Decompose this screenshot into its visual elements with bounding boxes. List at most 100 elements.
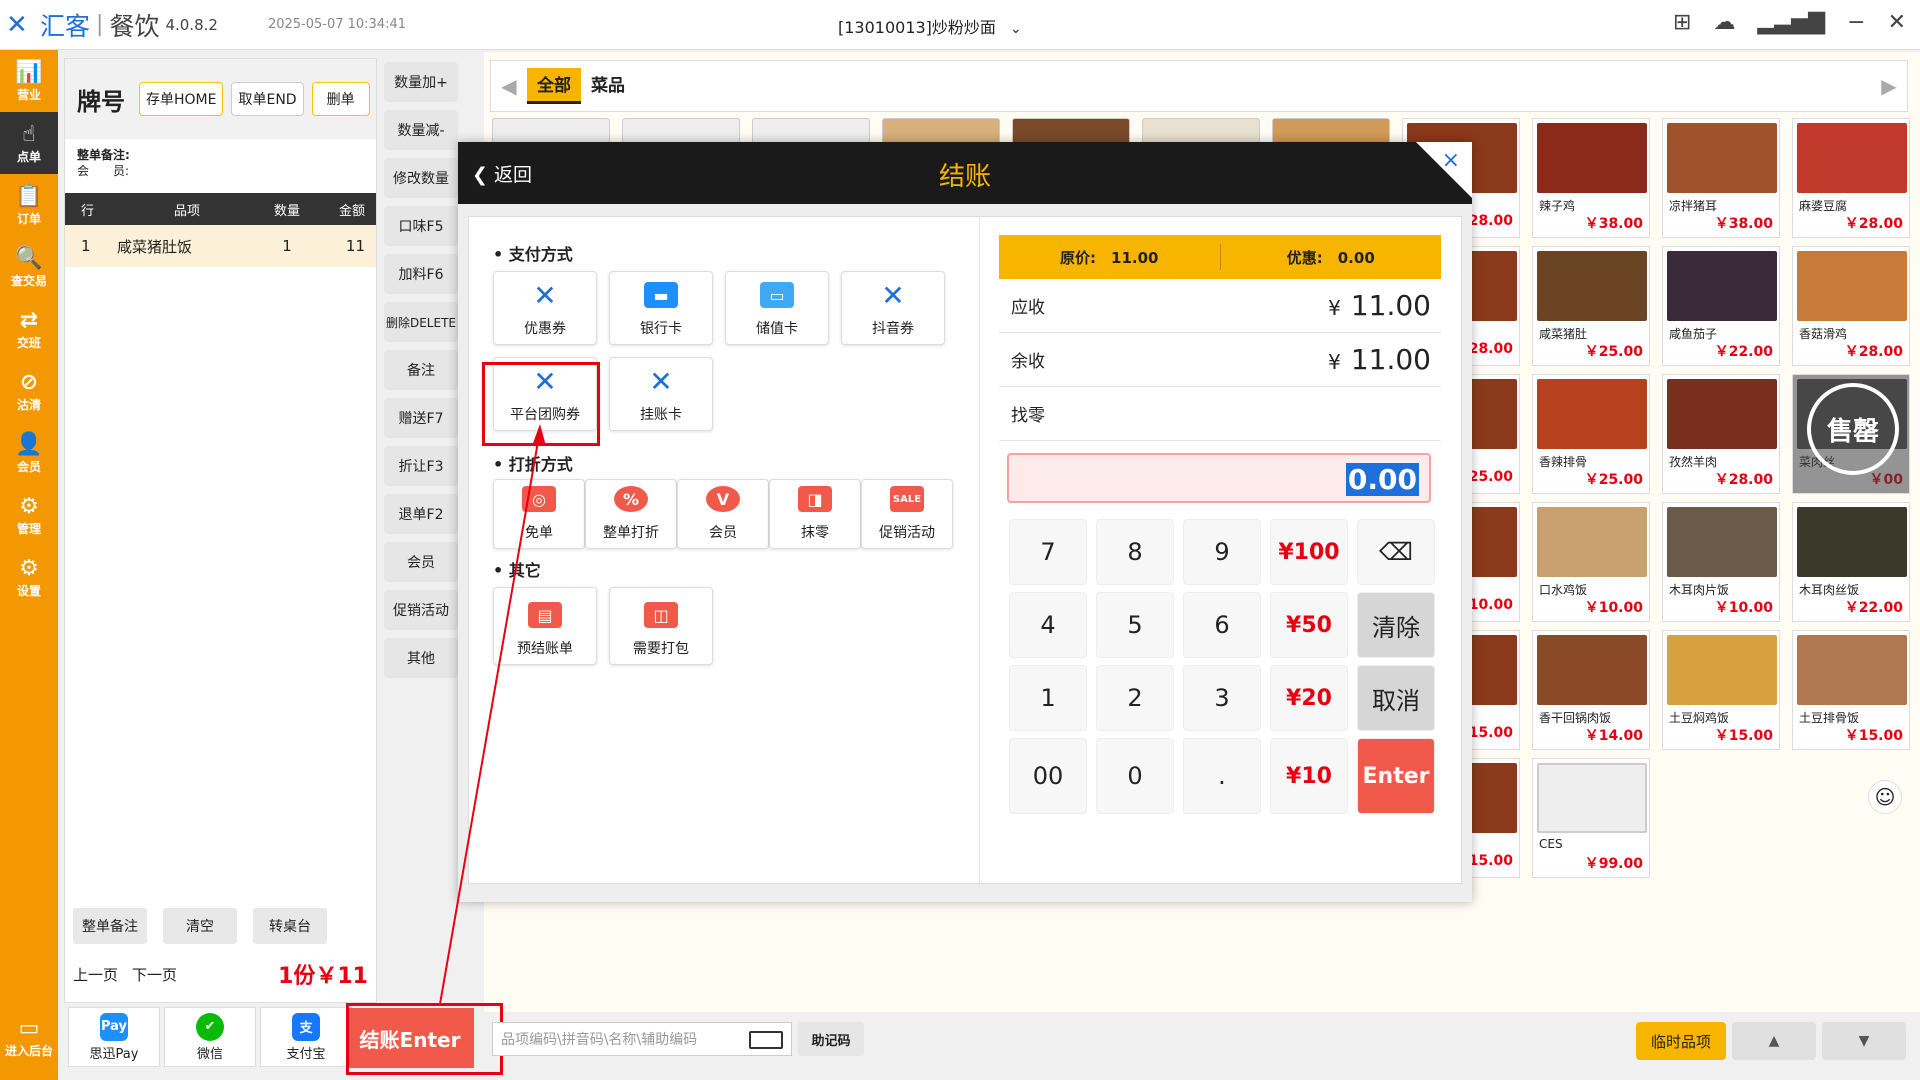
scroll-up-button[interactable]: ▲ [1732,1022,1816,1060]
dish-card-kou-shui-ji-fan[interactable]: 口水鸡饭 ￥10.00 [1532,502,1650,622]
key-00[interactable]: 00 [1009,738,1087,814]
dish-card-ces[interactable]: CES ￥99.00 [1532,758,1650,878]
nav-orders[interactable]: 📋 订单 [0,174,58,236]
qty-plus-button[interactable]: 数量加+ [384,62,458,102]
dish-card-xiang-gan-hui-guo-rou-fan[interactable]: 香干回锅肉饭 ￥14.00 [1532,630,1650,750]
cloud-icon[interactable]: ☁ [1713,10,1735,35]
pre-bill-button[interactable]: ▤ 预结账单 [493,587,597,665]
key-8[interactable]: 8 [1096,519,1174,585]
backspace-button[interactable]: ⌫ [1357,519,1435,585]
free-order-button[interactable]: ◎ 免单 [493,479,585,549]
mnemonic-button[interactable]: 助记码 [798,1022,864,1056]
dish-card-mu-er-rou-pian-fan[interactable]: 木耳肉片饭 ￥10.00 [1662,502,1780,622]
table-row[interactable]: 1 咸菜猪肚饭 1 11 [65,225,376,267]
member-button[interactable]: 会员 [384,542,458,582]
dish-card-la-zi-ji[interactable]: 辣子鸡 ￥38.00 [1532,118,1650,238]
alipay-button[interactable]: 支 支付宝 [260,1007,352,1067]
key-3[interactable]: 3 [1183,665,1261,731]
scroll-down-button[interactable]: ▼ [1822,1022,1906,1060]
modify-qty-button[interactable]: 修改数量 [384,158,458,198]
quick-50-button[interactable]: ¥50 [1270,592,1348,658]
prev-page-link[interactable]: 上一页 [73,964,118,985]
clear-all-button[interactable]: 清除 [1357,592,1435,658]
nav-transactions[interactable]: 🔍 查交易 [0,236,58,298]
dish-card-xiang-la-pai-gu[interactable]: 香辣排骨 ￥25.00 [1532,374,1650,494]
dish-card-ma-po-tofu[interactable]: 麻婆豆腐 ￥28.00 [1792,118,1910,238]
amount-input[interactable]: 0.00 [1007,453,1431,503]
whole-note-button[interactable]: 整单备注 [73,908,147,944]
dish-card-xiang-gu-hua-ji[interactable]: 香菇滑鸡 ￥28.00 [1792,246,1910,366]
next-page-link[interactable]: 下一页 [132,964,177,985]
qty-minus-button[interactable]: 数量减- [384,110,458,150]
gift-button[interactable]: 赠送F7 [384,398,458,438]
nav-business[interactable]: 📊 营业 [0,50,58,112]
takeaway-pack-button[interactable]: ◫ 需要打包 [609,587,713,665]
round-off-button[interactable]: ◨ 抹零 [769,479,861,549]
promotion-button[interactable]: 促销活动 [384,590,458,630]
taste-button[interactable]: 口味F5 [384,206,458,246]
coupon-button[interactable]: ✕ 优惠券 [493,271,597,345]
minimize-icon[interactable]: − [1847,10,1865,35]
topping-button[interactable]: 加料F6 [384,254,458,294]
delete-order-button[interactable]: 删单 [311,82,370,116]
nav-member[interactable]: 👤 会员 [0,422,58,484]
key-0[interactable]: 0 [1096,738,1174,814]
quick-10-button[interactable]: ¥10 [1270,738,1348,814]
delete-item-button[interactable]: 删除DELETE [384,302,458,342]
member-discount-button[interactable]: V 会员 [677,479,769,549]
clear-button[interactable]: 清空 [163,908,237,944]
key-1[interactable]: 1 [1009,665,1087,731]
tab-dishes[interactable]: 菜品 [581,68,635,104]
key-7[interactable]: 7 [1009,519,1087,585]
key-5[interactable]: 5 [1096,592,1174,658]
transfer-table-button[interactable]: 转桌台 [253,908,327,944]
dish-card-mu-er-rou-si-fan[interactable]: 木耳肉丝饭 ￥22.00 [1792,502,1910,622]
dish-card-zi-ran-yang-rou[interactable]: 孜然羊肉 ￥28.00 [1662,374,1780,494]
chevron-left-icon[interactable]: ◀ [491,74,527,98]
whole-discount-button[interactable]: % 整单打折 [585,479,677,549]
nav-order[interactable]: ☝ 点单 [0,112,58,174]
store-order-button[interactable]: 存单HOME [139,82,224,116]
return-button[interactable]: 退单F2 [384,494,458,534]
chevron-right-icon[interactable]: ▶ [1871,74,1907,98]
discount-button[interactable]: 折让F3 [384,446,458,486]
other-button[interactable]: 其他 [384,638,458,678]
sixun-pay-button[interactable]: Pay 思迅Pay [68,1007,160,1067]
dish-card-tu-dou-men-ji-fan[interactable]: 土豆焖鸡饭 ￥15.00 [1662,630,1780,750]
nav-soldout[interactable]: ⊘ 沽清 [0,360,58,422]
dish-card-xian-cai-zhu-du[interactable]: 咸菜猪肚 ￥25.00 [1532,246,1650,366]
remark-button[interactable]: 备注 [384,350,458,390]
enter-button[interactable]: Enter [1357,738,1435,814]
douyin-coupon-button[interactable]: ✕ 抖音券 [841,271,945,345]
dish-card-xian-yu-qie-zi[interactable]: 咸鱼茄子 ￥22.00 [1662,246,1780,366]
dish-card-rou-si[interactable]: 菜肉丝 ￥00 售罄 [1792,374,1910,494]
fetch-order-button[interactable]: 取单END [231,82,304,116]
credit-card-button[interactable]: ✕ 挂账卡 [609,357,713,431]
key-4[interactable]: 4 [1009,592,1087,658]
stored-card-button[interactable]: ▭ 储值卡 [725,271,829,345]
key-dot[interactable]: . [1183,738,1261,814]
cancel-button[interactable]: 取消 [1357,665,1435,731]
bank-card-button[interactable]: ▬ 银行卡 [609,271,713,345]
grid-icon[interactable]: ⊞ [1673,10,1691,35]
close-icon[interactable]: ✕ [1888,10,1906,35]
nav-backend[interactable]: ▭ 进入后台 [0,1006,58,1068]
promotion-activity-button[interactable]: SALE 促销活动 [861,479,953,549]
search-input[interactable]: 品项编码\拼音码\名称\辅助编码 [492,1022,792,1056]
store-selector[interactable]: [13010013]炒粉炒面 ⌄ [838,14,1022,38]
nav-shift[interactable]: ⇄ 交班 [0,298,58,360]
key-6[interactable]: 6 [1183,592,1261,658]
avatar[interactable]: ☺ [1868,780,1902,814]
tab-all[interactable]: 全部 [527,68,581,104]
nav-manage[interactable]: ⚙ 管理 [0,484,58,546]
keyboard-icon[interactable] [749,1031,783,1049]
dish-card-liang-ban-zhu-er[interactable]: 凉拌猪耳 ￥38.00 [1662,118,1780,238]
quick-20-button[interactable]: ¥20 [1270,665,1348,731]
temp-item-button[interactable]: 临时品项 [1636,1022,1726,1060]
key-2[interactable]: 2 [1096,665,1174,731]
dish-card-tu-dou-pai-gu-fan[interactable]: 土豆排骨饭 ￥15.00 [1792,630,1910,750]
quick-100-button[interactable]: ¥100 [1270,519,1348,585]
wechat-pay-button[interactable]: ✔ 微信 [164,1007,256,1067]
nav-settings[interactable]: ⚙ 设置 [0,546,58,608]
key-9[interactable]: 9 [1183,519,1261,585]
